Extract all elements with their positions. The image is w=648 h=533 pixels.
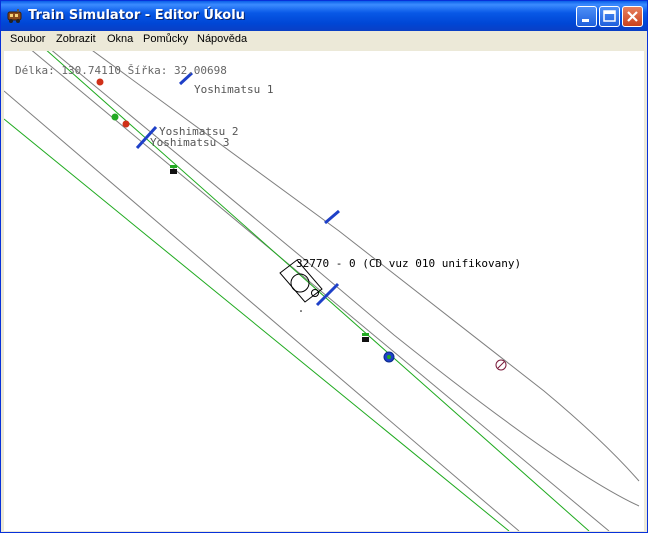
- label-train-consist: 32770 - 0 (CD vuz 010 unifikovany): [296, 257, 522, 270]
- maximize-icon: [603, 10, 616, 22]
- green-line: [4, 118, 510, 531]
- signal-green[interactable]: [111, 113, 119, 121]
- vehicle-icon[interactable]: [362, 333, 369, 342]
- coordinates-readout: Délka: 130.74110 Šířka: 32.00698: [15, 64, 227, 77]
- waypoint-marker[interactable]: [495, 359, 507, 371]
- node-inner: [387, 355, 391, 359]
- maximize-button[interactable]: [599, 6, 620, 27]
- signal-red[interactable]: [122, 120, 130, 128]
- minimize-button[interactable]: [576, 6, 597, 27]
- map-drawing: [4, 51, 640, 531]
- minimize-icon: [582, 19, 589, 22]
- station-marker[interactable]: [324, 209, 340, 225]
- label-yoshimatsu-3: Yoshimatsu 3: [150, 136, 230, 149]
- vehicle-icon[interactable]: [170, 165, 177, 174]
- title-bar[interactable]: Train Simulator - Editor Úkolu: [1, 1, 647, 31]
- label-yoshimatsu-1: Yoshimatsu 1: [194, 83, 274, 96]
- close-icon: [627, 11, 638, 22]
- signal-red[interactable]: [96, 78, 104, 86]
- app-window: Train Simulator - Editor Úkolu Soubor Zo…: [0, 0, 648, 533]
- menu-soubor[interactable]: Soubor: [10, 33, 45, 45]
- menu-bar: Soubor Zobrazit Okna Pomůcky Nápověda: [1, 31, 647, 49]
- menu-pomucky[interactable]: Pomůcky: [143, 33, 188, 45]
- map-canvas[interactable]: Délka: 130.74110 Šířka: 32.00698 Yoshima…: [4, 51, 644, 531]
- menu-napoveda[interactable]: Nápověda: [197, 33, 247, 45]
- menu-zobrazit[interactable]: Zobrazit: [56, 33, 96, 45]
- window-title: Train Simulator - Editor Úkolu: [28, 8, 245, 23]
- close-button[interactable]: [622, 6, 643, 27]
- menu-okna[interactable]: Okna: [107, 33, 133, 45]
- track-line: [51, 51, 640, 507]
- train-app-icon: [7, 9, 22, 23]
